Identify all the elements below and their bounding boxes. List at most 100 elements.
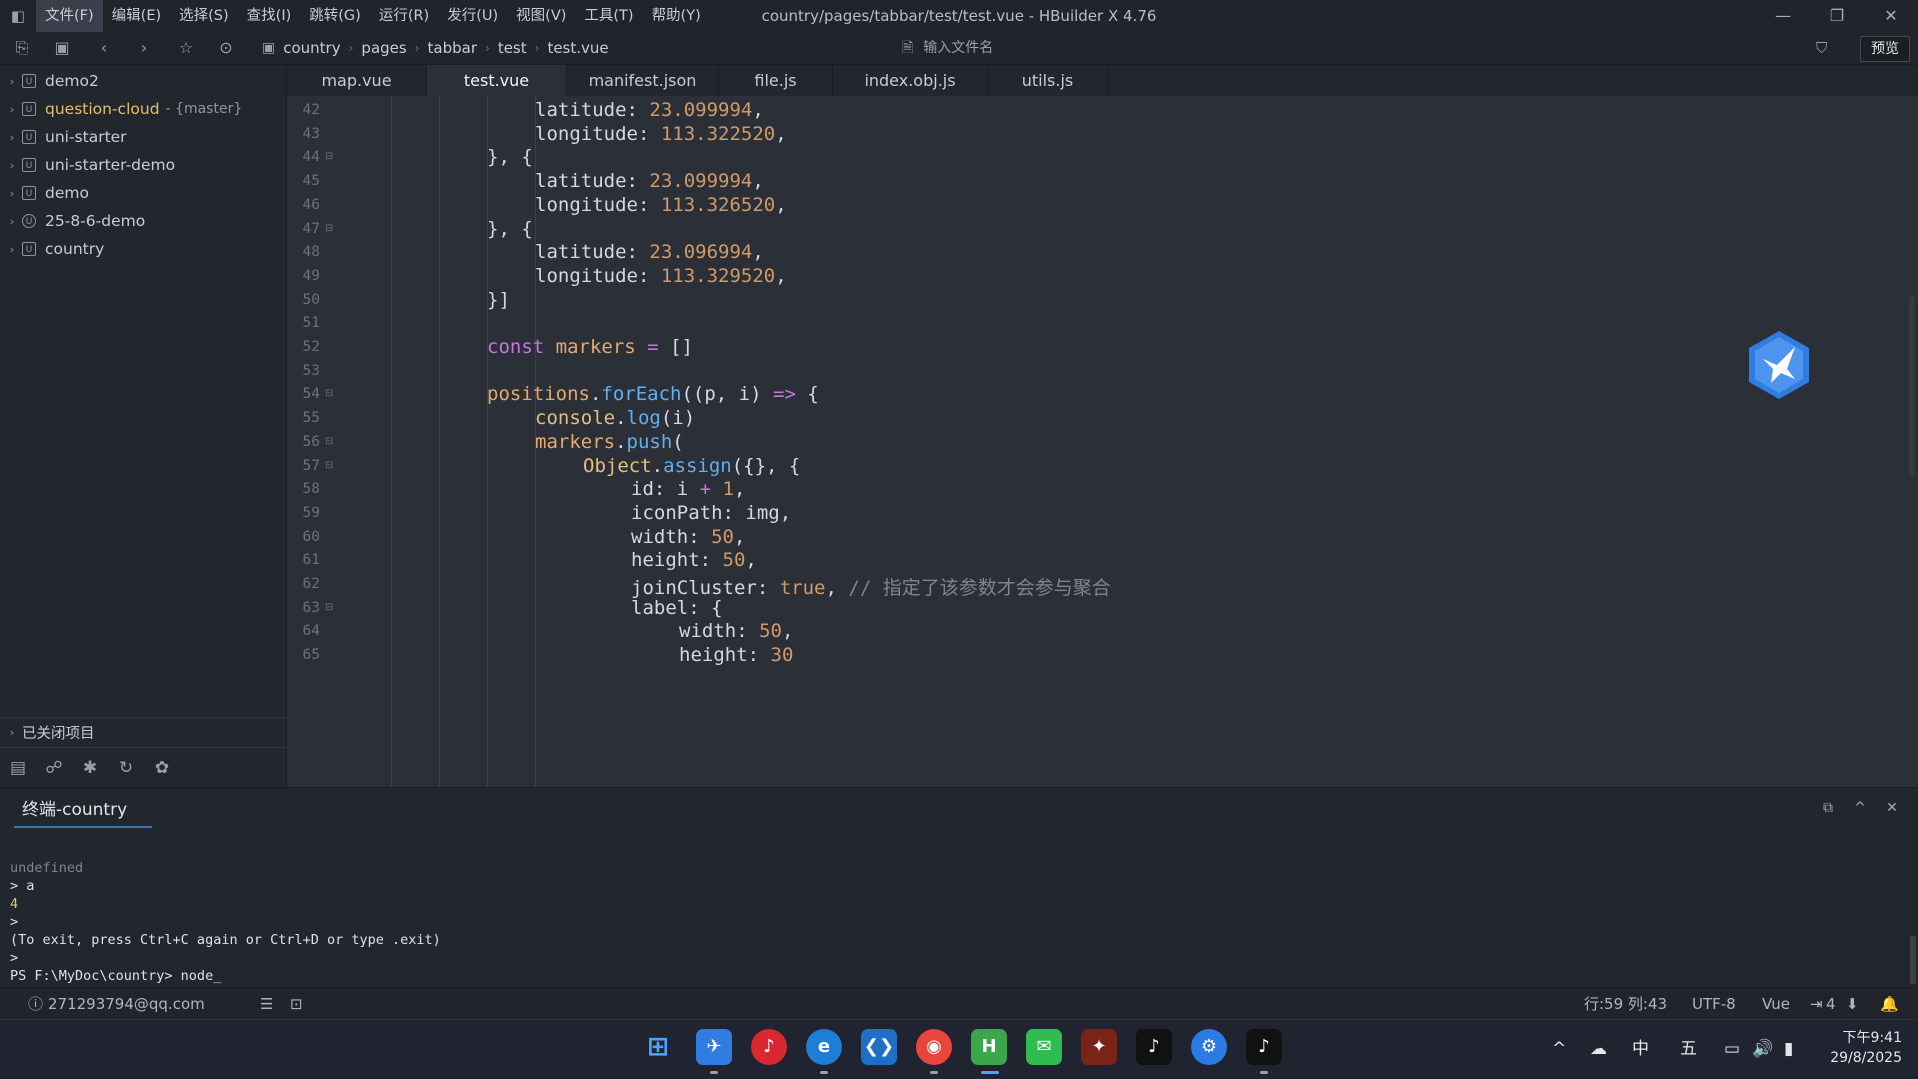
editor-scrollbar[interactable] [1909,296,1915,476]
maximize-icon[interactable]: ❐ [1810,0,1864,32]
minimize-icon[interactable]: — [1756,0,1810,32]
network-app-icon[interactable]: ⚙ [1191,1029,1227,1065]
chevron-right-icon[interactable]: › [2,726,22,739]
code-editor[interactable]: 42 43 44 ⊟ 45 46 47 ⊟ 48 49 50 51 52 53 54 ⊟ 55 56 ⊟ 57 ⊟ 58 5… [287,96,1918,787]
menu-run[interactable]: 运行(R) [370,0,438,32]
chevron-right-icon[interactable]: › [2,75,22,88]
wechat-icon[interactable]: ✉ [1026,1029,1062,1065]
breadcrumb-item[interactable]: country [283,39,340,57]
list-icon[interactable]: ☰ [260,988,273,1020]
debug-icon[interactable]: ✱ [72,758,108,778]
dcloud-app-icon[interactable]: ✈ [696,1029,732,1065]
new-terminal-icon[interactable]: ⧉ [1812,800,1844,816]
binoculars-icon[interactable]: ☍ [36,758,72,778]
breadcrumb-item[interactable]: pages [361,39,406,57]
menu-file[interactable]: 文件(F) [36,0,103,32]
project-item[interactable]: › Uquestion-cloud - {master} [0,95,286,123]
menu-publish[interactable]: 发行(U) [438,0,507,32]
editor-tabs: map.vue test.vue manifest.json file.js i… [287,65,1918,96]
clock[interactable]: 下午9:41 29/8/2025 [1826,1028,1902,1068]
battery-icon[interactable]: ▮ [1784,1020,1793,1079]
project-item[interactable]: › Ucountry [0,235,286,263]
tab-manifest-json[interactable]: manifest.json [567,65,719,96]
vscode-icon[interactable]: ❮❯ [861,1029,897,1065]
menu-view[interactable]: 视图(V) [507,0,575,32]
back-icon[interactable]: ‹ [90,32,118,64]
terminal-scrollbar[interactable] [1910,936,1916,984]
breadcrumb-item[interactable]: test.vue [547,39,608,57]
language-mode[interactable]: Vue [1762,988,1790,1020]
terminal-line: (To exit, press Ctrl+C again or Ctrl+D o… [10,932,441,948]
menu-find[interactable]: 查找(I) [238,0,301,32]
menu-help[interactable]: 帮助(Y) [643,0,710,32]
speaker-icon[interactable]: 🔊 [1752,1020,1773,1079]
download-icon[interactable]: ⬇ [1846,988,1859,1020]
menu-edit[interactable]: 编辑(E) [103,0,170,32]
code-line: }, { [487,217,533,240]
save-icon[interactable]: ▣ [48,32,76,64]
closed-projects[interactable]: › 已关闭项目 [0,717,286,746]
menu-select[interactable]: 选择(S) [170,0,238,32]
refresh-icon[interactable]: ↻ [108,758,144,778]
code-line: positions.forEach((p, i) => { [487,383,819,406]
code-line: Object.assign({}, { [583,454,801,477]
project-item[interactable]: › Uuni-starter-demo [0,151,286,179]
tiktok-icon[interactable]: ♪ [1136,1029,1172,1065]
tab-map-vue[interactable]: map.vue [287,65,427,96]
filter-icon[interactable]: ⛉ [1816,32,1827,64]
windows-start-icon[interactable]: ⊞ [640,1029,676,1065]
console-icon[interactable]: ⊡ [290,988,303,1020]
chevron-up-icon[interactable]: ^ [1844,800,1876,816]
chevron-right-icon[interactable]: › [2,103,22,116]
tab-test-vue[interactable]: test.vue [427,65,567,96]
project-item[interactable]: › Uuni-starter [0,123,286,151]
new-file-icon[interactable]: ⎘ [8,32,36,64]
tray-day[interactable]: 五 [1680,1020,1697,1079]
chevron-right-icon: › [348,41,354,55]
tab-index-obj-js[interactable]: index.obj.js [833,65,988,96]
ime-indicator[interactable]: 中 [1632,1020,1649,1079]
dcloud-bird-logo-icon[interactable] [1747,329,1811,401]
project-item[interactable]: › Udemo2 [0,67,286,95]
chevron-right-icon[interactable]: › [2,159,22,172]
preview-button[interactable]: 预览 [1860,36,1910,62]
project-item[interactable]: › Udemo [0,179,286,207]
plugin-icon[interactable]: ✿ [144,758,180,778]
monitor-icon[interactable]: ▭ [1724,1020,1740,1079]
chevron-right-icon[interactable]: › [2,215,22,228]
chevron-right-icon[interactable]: › [2,187,22,200]
file-search-placeholder: 输入文件名 [923,40,994,56]
onedrive-cloud-icon[interactable]: ☁ [1590,1020,1607,1079]
breadcrumb-item[interactable]: tabbar [428,39,477,57]
run-icon[interactable]: ⊙ [212,32,240,64]
close-icon[interactable]: ✕ [1864,0,1918,32]
chrome-icon[interactable]: ◉ [916,1029,952,1065]
encoding[interactable]: UTF-8 [1692,988,1736,1020]
breadcrumb-item[interactable]: test [498,39,527,57]
star-icon[interactable]: ☆ [172,32,200,64]
file-search[interactable]: 🗎 输入文件名 [902,32,993,64]
edge-browser-icon[interactable]: e [806,1029,842,1065]
bell-icon[interactable]: 🔔 [1880,988,1899,1020]
tiktok-live-icon[interactable]: ♪ [1246,1029,1282,1065]
forward-icon[interactable]: › [130,32,158,64]
account-email[interactable]: 271293794@qq.com [48,988,205,1020]
netease-music-icon[interactable]: ♪ [751,1029,787,1065]
tab-utils-js[interactable]: utils.js [988,65,1108,96]
terminal-tab[interactable]: 终端-country [14,792,152,828]
close-panel-icon[interactable]: ✕ [1876,800,1908,816]
tab-file-js[interactable]: file.js [719,65,833,96]
cursor-position[interactable]: 行:59 列:43 [1584,988,1667,1020]
indent-size[interactable]: 4 [1826,988,1836,1020]
game-app-icon[interactable]: ✦ [1081,1029,1117,1065]
chevron-right-icon[interactable]: › [2,243,22,256]
menu-goto[interactable]: 跳转(G) [300,0,370,32]
chevron-right-icon[interactable]: › [2,131,22,144]
hbuilder-icon[interactable]: H [971,1029,1007,1065]
terminal-prompt[interactable]: PS F:\MyDoc\country> node_ [10,968,221,984]
toolbar: ⎘ ▣ ‹ › ☆ ⊙ ▣ country › pages › tabbar ›… [0,32,1918,65]
tray-chevron-up-icon[interactable]: ^ [1552,1020,1566,1079]
folder-icon[interactable]: ▤ [0,758,36,778]
menu-tools[interactable]: 工具(T) [575,0,642,32]
project-item[interactable]: › U 25-8-6-demo [0,207,286,235]
